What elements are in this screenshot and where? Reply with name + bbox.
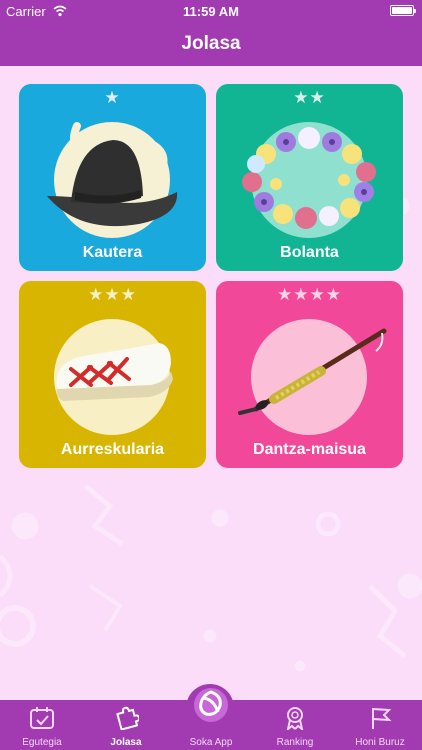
level-label: Aurreskularia — [60, 441, 165, 458]
level-label: Bolanta — [280, 244, 339, 261]
status-bar: Carrier 11:59 AM — [0, 0, 422, 22]
difficulty-stars: ★★ — [293, 88, 326, 107]
tab-label: Soka App — [189, 737, 233, 748]
tab-label: Honi Buruz — [355, 737, 405, 748]
tab-soka-app[interactable]: Soka App — [169, 688, 253, 750]
battery-icon — [390, 5, 416, 16]
medal-icon — [286, 707, 304, 730]
soka-logo-icon — [194, 688, 228, 722]
tab-bar: Egutegia Jolasa Soka App Ranking Honi Bu… — [0, 688, 422, 750]
tab-label: Egutegia — [22, 737, 62, 748]
clock: 11:59 AM — [183, 4, 239, 19]
tab-label: Jolasa — [110, 737, 142, 748]
tab-label: Ranking — [276, 737, 314, 748]
level-label: Kautera — [82, 244, 143, 261]
level-card-bolanta[interactable]: ★★ Bolanta — [216, 84, 403, 271]
header: Carrier 11:59 AM Jolasa — [0, 0, 422, 66]
espadrille-shoe-icon — [54, 319, 173, 435]
staff-stick-icon — [238, 319, 387, 435]
flower-wreath-icon — [242, 122, 376, 238]
level-label: Dantza-maisua — [253, 441, 366, 458]
calendar-icon — [30, 707, 54, 729]
tab-egutegia[interactable]: Egutegia — [0, 700, 84, 750]
difficulty-stars: ★★★★ — [277, 285, 342, 304]
tab-jolasa[interactable]: Jolasa — [84, 700, 168, 750]
page-title: Jolasa — [181, 33, 241, 54]
tab-honi-buruz[interactable]: Honi Buruz — [338, 700, 422, 750]
tab-ranking[interactable]: Ranking — [253, 700, 337, 750]
level-card-kautera[interactable]: ★ Kautera — [19, 84, 206, 271]
level-card-dantza-maisua[interactable]: ★★★★ Dantza-maisua — [216, 281, 403, 468]
difficulty-stars: ★ — [104, 88, 121, 107]
flag-icon — [372, 708, 392, 729]
hat-with-horns-icon — [47, 122, 178, 238]
level-card-aurreskularia[interactable]: ★★★ Aurreskularia — [19, 281, 206, 468]
puzzle-icon — [116, 706, 139, 730]
difficulty-stars: ★★★ — [88, 285, 137, 304]
